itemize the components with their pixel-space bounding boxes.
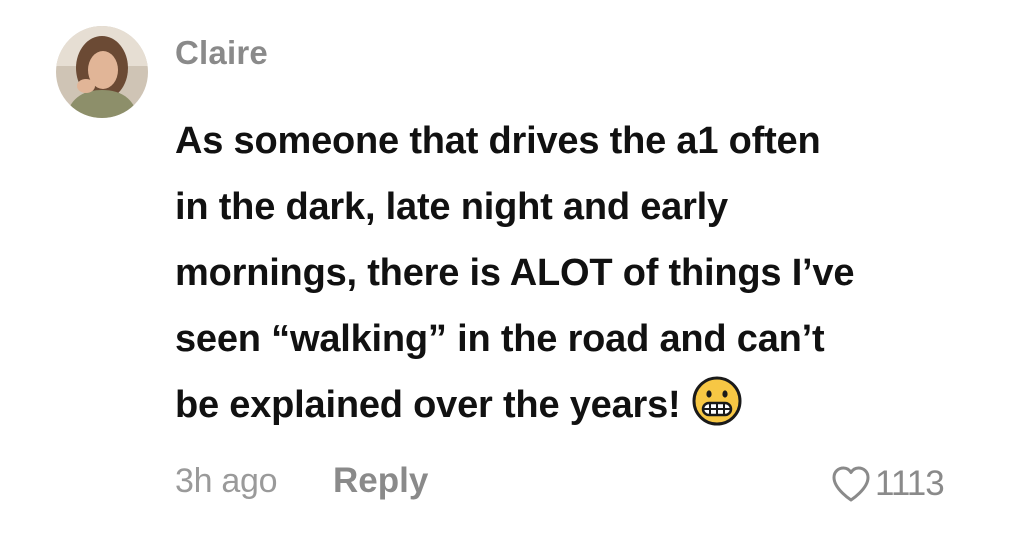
comment-text-line: mornings, there is ALOT of things I’ve xyxy=(175,252,855,294)
username[interactable]: Claire xyxy=(175,34,268,72)
reply-button[interactable]: Reply xyxy=(333,461,428,501)
like-button[interactable]: 1113 xyxy=(830,460,945,508)
comment-text-line-last: be explained over the years! xyxy=(175,372,975,438)
comment-text-line: be explained over the years! xyxy=(175,384,681,426)
comment-text-line: in the dark, late night and early xyxy=(175,186,728,228)
like-count: 1113 xyxy=(875,464,945,503)
avatar[interactable] xyxy=(56,26,148,118)
comment-text-line: seen “walking” in the road and can’t xyxy=(175,318,825,360)
comment-timestamp: 3h ago xyxy=(175,462,278,500)
avatar-photo-icon xyxy=(56,26,148,118)
heart-icon[interactable] xyxy=(830,464,872,504)
comment-text: As someone that drives the a1 often in t… xyxy=(175,108,975,438)
grimacing-face-icon xyxy=(691,375,743,427)
comment-text-line: As someone that drives the a1 often xyxy=(175,120,821,162)
comment-item: Claire As someone that drives the a1 oft… xyxy=(0,0,1024,551)
